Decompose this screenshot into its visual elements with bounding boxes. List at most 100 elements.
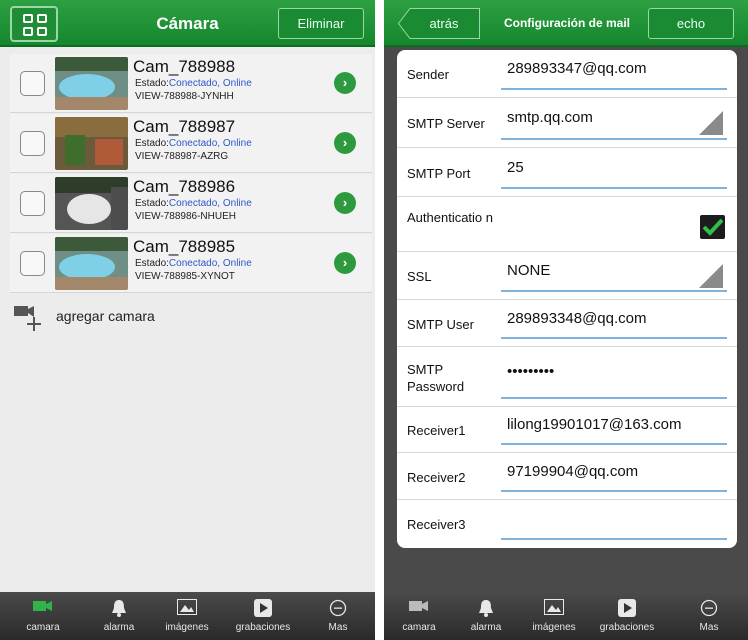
- field-label: Receiver3: [407, 517, 466, 532]
- nav-label: grabaciones: [599, 622, 655, 633]
- field-label: SMTP Server: [407, 116, 485, 131]
- nav-item-bell[interactable]: alarma: [451, 592, 521, 640]
- image-icon: [177, 599, 197, 620]
- camera-status: Estado:Conectado, Online: [135, 198, 252, 209]
- status-value: Conectado, Online: [168, 138, 252, 149]
- camera-checkbox[interactable]: [20, 131, 45, 156]
- field-label: Receiver1: [407, 423, 466, 438]
- dropdown-arrow-icon[interactable]: [699, 111, 723, 135]
- chevron-right-icon[interactable]: ›: [334, 72, 356, 94]
- status-label: Estado:: [135, 138, 169, 149]
- nav-item-more[interactable]: Mas: [303, 592, 373, 640]
- check-icon: [702, 218, 724, 236]
- field-value[interactable]: 97199904@qq.com: [507, 463, 638, 480]
- status-value: Conectado, Online: [168, 78, 252, 89]
- delete-button[interactable]: Eliminar: [278, 8, 364, 39]
- field-label: SMTP Port: [407, 165, 471, 181]
- camera-screen: Cámara Eliminar Cam_788988 Estado:Conecta…: [0, 0, 375, 640]
- nav-item-play[interactable]: grabaciones: [228, 592, 298, 640]
- input-underline: [501, 397, 727, 399]
- camera-checkbox[interactable]: [20, 191, 45, 216]
- nav-item-camera[interactable]: camara: [8, 592, 78, 640]
- nav-label: alarma: [470, 622, 502, 633]
- add-camera-label: agregar camara: [56, 308, 155, 324]
- add-camera-icon: [14, 306, 41, 331]
- camera-status: Estado:Conectado, Online: [135, 78, 252, 89]
- camera-row[interactable]: Cam_788988 Estado:Conectado, Online VIEW-7…: [10, 54, 372, 113]
- field-value[interactable]: NONE: [507, 262, 550, 279]
- grid-view-button[interactable]: [10, 6, 58, 42]
- input-underline: [501, 337, 727, 339]
- bell-icon: [478, 599, 494, 622]
- camera-name: Cam_788988: [133, 57, 236, 76]
- field-receiver2: Receiver2 97199904@qq.com: [397, 453, 737, 500]
- camera-view-id: VIEW-788986-NHUEH: [135, 211, 236, 222]
- play-icon: [618, 599, 636, 622]
- camera-name: Cam_788986: [133, 177, 236, 196]
- nav-label: Mas: [699, 622, 719, 633]
- field-label: Receiver2: [407, 469, 466, 485]
- image-icon: [544, 599, 564, 620]
- field-value[interactable]: 25: [507, 159, 524, 176]
- bell-icon: [111, 599, 127, 622]
- camera-row[interactable]: Cam_788987 Estado:Conectado, Online VIEW-7…: [10, 114, 372, 173]
- field-smtp-port: SMTP Port 25: [397, 148, 737, 197]
- header-bar: Cámara Eliminar: [0, 0, 375, 47]
- input-underline: [501, 290, 727, 292]
- field-smtp-server: SMTP Server smtp.qq.com: [397, 98, 737, 148]
- chevron-right-icon[interactable]: ›: [334, 132, 356, 154]
- camera-row[interactable]: Cam_788986 Estado:Conectado, Online VIEW-7…: [10, 174, 372, 233]
- nav-label: grabaciones: [235, 622, 291, 633]
- camera-thumbnail: [55, 177, 128, 230]
- camera-status: Estado:Conectado, Online: [135, 258, 252, 269]
- status-label: Estado:: [135, 258, 169, 269]
- input-underline: [501, 88, 727, 90]
- more-icon: [329, 599, 347, 622]
- field-value[interactable]: smtp.qq.com: [507, 109, 593, 126]
- camera-name: Cam_788985: [133, 237, 236, 256]
- chevron-right-icon[interactable]: ›: [334, 192, 356, 214]
- more-icon: [700, 599, 718, 622]
- field-smtp-password: SMTP Password •••••••••: [397, 347, 737, 407]
- nav-label: imágenes: [532, 622, 576, 633]
- done-button[interactable]: echo: [648, 8, 734, 39]
- back-button[interactable]: atrás: [398, 8, 480, 39]
- field-value[interactable]: 289893347@qq.com: [507, 60, 647, 77]
- camera-status: Estado:Conectado, Online: [135, 138, 252, 149]
- nav-label: Mas: [328, 622, 348, 633]
- grid-icon: [37, 27, 47, 36]
- dropdown-arrow-icon[interactable]: [699, 264, 723, 288]
- field-label: SMTP Password: [407, 362, 465, 394]
- nav-item-camera[interactable]: camara: [384, 592, 454, 640]
- camera-checkbox[interactable]: [20, 71, 45, 96]
- field-ssl: SSL NONE: [397, 252, 737, 300]
- status-value: Conectado, Online: [168, 198, 252, 209]
- camera-thumbnail: [55, 117, 128, 170]
- header-bar: atrás Configuración de mail echo: [384, 0, 748, 47]
- chevron-right-icon[interactable]: ›: [334, 252, 356, 274]
- nav-item-image[interactable]: imágenes: [519, 592, 589, 640]
- camera-row[interactable]: Cam_788985 Estado:Conectado, Online VIEW-7…: [10, 234, 372, 293]
- nav-item-play[interactable]: grabaciones: [592, 592, 662, 640]
- input-underline: [501, 490, 727, 492]
- nav-item-image[interactable]: imágenes: [152, 592, 222, 640]
- nav-item-more[interactable]: Mas: [674, 592, 744, 640]
- field-authenticatio-n: Authenticatio n: [397, 197, 737, 252]
- camera-checkbox[interactable]: [20, 251, 45, 276]
- field-value[interactable]: •••••••••: [507, 363, 554, 380]
- camera-name: Cam_788987: [133, 117, 236, 136]
- mail-config-screen: atrás Configuración de mail echo Sender 2…: [384, 0, 748, 640]
- field-smtp-user: SMTP User 289893348@qq.com: [397, 300, 737, 347]
- authentication-checkbox[interactable]: [700, 214, 725, 239]
- back-label: atrás: [429, 16, 459, 31]
- input-underline: [501, 443, 727, 445]
- camera-thumbnail: [55, 237, 128, 290]
- page-title: Configuración de mail: [503, 16, 630, 30]
- nav-item-bell[interactable]: alarma: [84, 592, 154, 640]
- field-value[interactable]: lilong19901017@163.com: [507, 416, 682, 433]
- field-value[interactable]: 289893348@qq.com: [507, 310, 647, 327]
- nav-label: alarma: [103, 622, 135, 633]
- grid-icon: [23, 27, 33, 36]
- field-label: SMTP User: [407, 316, 474, 332]
- status-value: Conectado, Online: [168, 258, 252, 269]
